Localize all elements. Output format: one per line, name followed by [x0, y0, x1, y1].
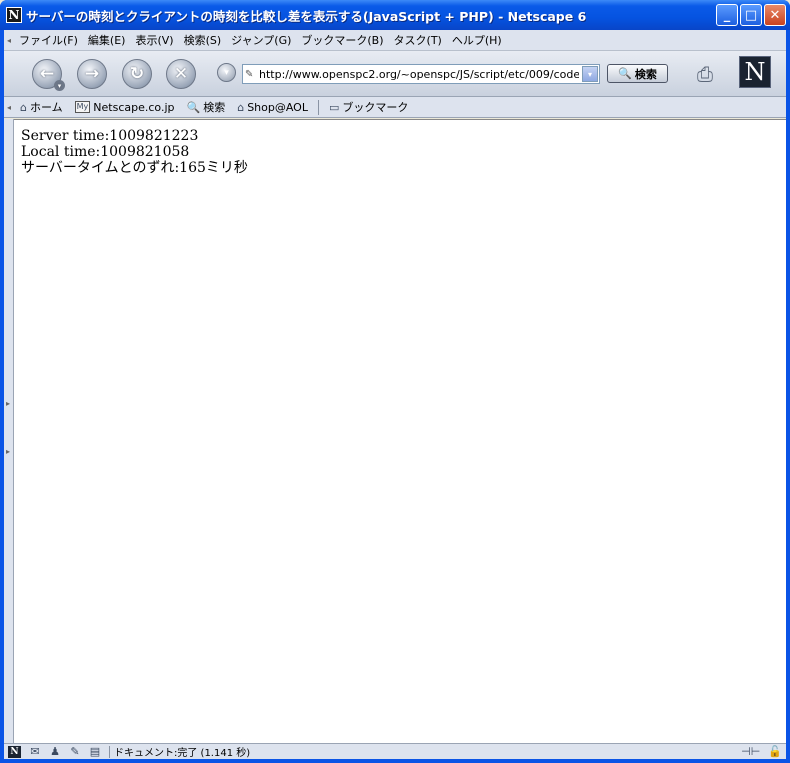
- reload-icon: ↻: [129, 64, 145, 84]
- composer-icon[interactable]: ✎: [65, 745, 85, 758]
- title-bar[interactable]: N サーバーの時刻とクライアントの時刻を比較し差を表示する(JavaScript…: [0, 0, 790, 30]
- netscape-throbber-logo[interactable]: N: [739, 56, 771, 88]
- bookmark-netscape[interactable]: My Netscape.co.jp: [69, 101, 181, 114]
- menu-help[interactable]: ヘルプ(H): [447, 32, 507, 48]
- url-bar[interactable]: ✎ ▾: [242, 64, 600, 84]
- online-status-icon[interactable]: ⊣⊢: [741, 745, 760, 758]
- netscape-app-icon[interactable]: N: [6, 7, 22, 23]
- bookmark-home-label: ホーム: [29, 101, 63, 114]
- search-button[interactable]: 🔍 検索: [607, 64, 668, 83]
- close-icon: ✕: [769, 7, 781, 23]
- status-separator: [109, 745, 110, 758]
- navigation-toolbar: ← ▾ → ↻ ✕ ▾ ✎ ▾ 🔍 検索: [4, 51, 786, 97]
- personalbar-grip-icon[interactable]: ◂: [4, 97, 14, 117]
- security-lock-icon[interactable]: 🔓: [768, 745, 782, 758]
- url-dropdown-icon[interactable]: ▾: [582, 66, 598, 82]
- bookmark-shop[interactable]: ⌂ Shop@AOL: [231, 101, 314, 114]
- instant-messenger-icon[interactable]: ♟: [45, 745, 65, 758]
- netscape-status-icon[interactable]: N: [8, 745, 21, 758]
- content-frame: ▸ ▸ Server time:1009821223 Local time:10…: [4, 119, 786, 743]
- back-button[interactable]: ← ▾: [32, 59, 65, 91]
- url-input[interactable]: [259, 67, 579, 81]
- stop-icon: ✕: [173, 64, 189, 84]
- time-difference-line: サーバータイムとのずれ:165ミリ秒: [21, 160, 248, 176]
- page-proxy-icon[interactable]: ✎: [245, 69, 259, 80]
- bookmark-shop-label: Shop@AOL: [247, 100, 308, 114]
- mail-icon[interactable]: ✉: [25, 745, 45, 758]
- maximize-button[interactable]: □: [740, 4, 762, 26]
- page-content: Server time:1009821223 Local time:100982…: [14, 119, 786, 743]
- local-time-line: Local time:1009821058: [21, 144, 190, 160]
- window-controls: _ □ ✕: [716, 4, 786, 26]
- search-icon: 🔍: [186, 100, 201, 114]
- menu-edit[interactable]: 編集(E): [83, 32, 131, 48]
- close-button[interactable]: ✕: [764, 4, 786, 26]
- sidebar-expand-icon: ▸: [6, 399, 11, 408]
- menu-bar: ◂ ファイル(F) 編集(E) 表示(V) 検索(S) ジャンプ(G) ブックマ…: [4, 30, 786, 51]
- bookmark-home[interactable]: ⌂ ホーム: [14, 99, 69, 115]
- menu-search[interactable]: 検索(S): [179, 32, 227, 48]
- window-title: サーバーの時刻とクライアントの時刻を比較し差を表示する(JavaScript +…: [26, 8, 587, 24]
- print-icon[interactable]: ⎙: [690, 61, 720, 87]
- stop-button[interactable]: ✕: [166, 59, 196, 89]
- maximize-icon: □: [744, 7, 758, 23]
- bookmarks-folder-label: ブックマーク: [342, 101, 409, 114]
- menu-go[interactable]: ジャンプ(G): [226, 32, 296, 48]
- bookmark-search-label: 検索: [203, 101, 226, 114]
- browser-client: ◂ ファイル(F) 編集(E) 表示(V) 検索(S) ジャンプ(G) ブックマ…: [4, 30, 786, 759]
- minimize-icon: _: [723, 7, 731, 23]
- bookmark-netscape-label: Netscape.co.jp: [93, 100, 175, 114]
- url-history-button[interactable]: ▾: [217, 63, 236, 82]
- status-right-icons: ⊣⊢ 🔓: [741, 745, 782, 758]
- menubar-grip-icon[interactable]: ◂: [4, 30, 14, 50]
- chevron-down-icon: ▾: [224, 67, 229, 78]
- reload-button[interactable]: ↻: [122, 59, 152, 89]
- folder-icon: ▭: [328, 100, 340, 114]
- search-button-label: 検索: [634, 67, 657, 81]
- menu-view[interactable]: 表示(V): [130, 32, 178, 48]
- minimize-button[interactable]: _: [716, 4, 738, 26]
- toolbar-separator: [317, 99, 319, 115]
- magnifier-icon: 🔍: [618, 67, 632, 80]
- status-text: ドキュメント:完了 (1.141 秒): [114, 748, 251, 759]
- address-book-icon[interactable]: ▤: [85, 745, 105, 758]
- menu-bookmarks[interactable]: ブックマーク(B): [296, 32, 388, 48]
- back-arrow-icon: ←: [39, 64, 55, 84]
- forward-arrow-icon: →: [84, 64, 100, 84]
- menu-tasks[interactable]: タスク(T): [389, 32, 447, 48]
- my-netscape-icon: My: [74, 101, 91, 113]
- sidebar-grip[interactable]: ▸ ▸: [4, 119, 14, 743]
- personal-toolbar: ◂ ⌂ ホーム My Netscape.co.jp 🔍 検索 ⌂ Shop@AO…: [4, 97, 786, 118]
- menu-file[interactable]: ファイル(F): [14, 32, 83, 48]
- browser-window: N サーバーの時刻とクライアントの時刻を比較し差を表示する(JavaScript…: [0, 0, 790, 763]
- forward-button[interactable]: →: [77, 59, 107, 89]
- shop-icon: ⌂: [237, 100, 245, 114]
- bookmarks-folder[interactable]: ▭ ブックマーク: [323, 99, 414, 115]
- bookmark-search[interactable]: 🔍 検索: [181, 99, 232, 115]
- back-history-dropdown-icon[interactable]: ▾: [54, 80, 65, 91]
- home-icon: ⌂: [20, 100, 27, 114]
- sidebar-collapse-icon: ▸: [6, 447, 11, 456]
- status-bar: N ✉ ♟ ✎ ▤ ドキュメント:完了 (1.141 秒) ⊣⊢ 🔓: [4, 743, 786, 759]
- server-time-line: Server time:1009821223: [21, 128, 199, 144]
